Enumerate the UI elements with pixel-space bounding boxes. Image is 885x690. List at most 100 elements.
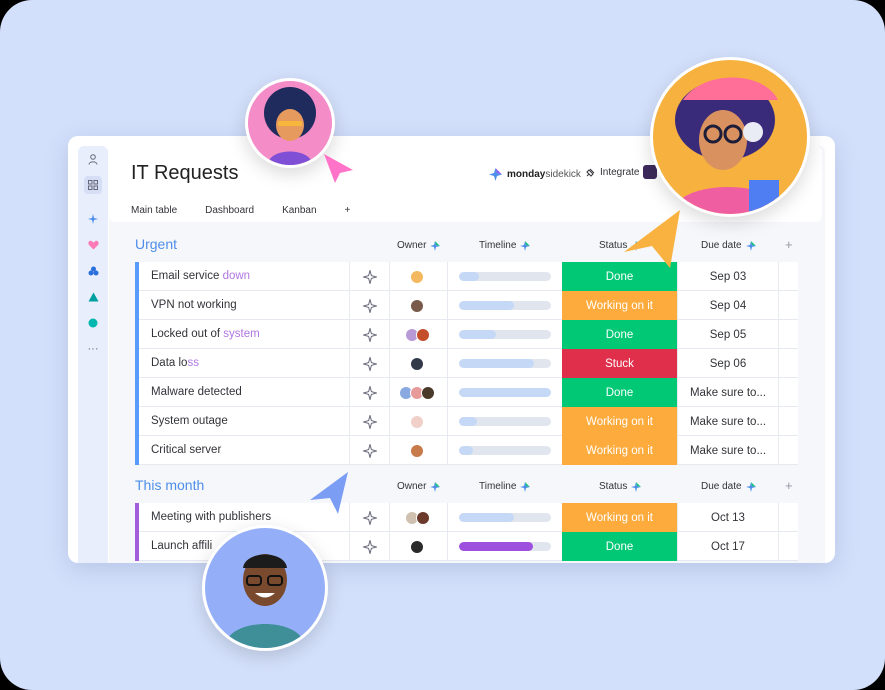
table-row[interactable]: VPN not working Working on it Sep 04 bbox=[135, 291, 798, 320]
due-date-cell[interactable]: Make sure to... bbox=[677, 378, 778, 407]
due-date-cell[interactable]: Make sure to... bbox=[677, 407, 778, 436]
owner-avatar[interactable] bbox=[415, 510, 430, 525]
item-name-faded: ss bbox=[187, 357, 199, 369]
sparkle-icon[interactable] bbox=[84, 210, 102, 228]
heart-icon[interactable] bbox=[84, 236, 102, 254]
status-cell[interactable]: Working on it bbox=[562, 503, 677, 532]
timeline-header[interactable]: Timeline bbox=[479, 240, 531, 251]
owner-header-label: Owner bbox=[397, 481, 427, 492]
owner-cell[interactable] bbox=[389, 320, 447, 349]
due-date-header[interactable]: Due date bbox=[701, 240, 756, 251]
timeline-cell[interactable] bbox=[447, 349, 562, 378]
tab-dashboard[interactable]: Dashboard bbox=[205, 205, 254, 216]
grid-icon[interactable] bbox=[84, 176, 102, 194]
item-name[interactable]: Locked out of system bbox=[151, 320, 260, 349]
timeline-header-label: Timeline bbox=[479, 481, 517, 492]
owner-cell[interactable] bbox=[389, 532, 447, 561]
workdocs-icon[interactable] bbox=[84, 262, 102, 280]
empty-cell bbox=[778, 407, 798, 436]
ai-sparkle-cell[interactable] bbox=[349, 320, 389, 349]
owner-avatar[interactable] bbox=[410, 298, 424, 313]
status-cell[interactable]: Stuck bbox=[562, 349, 677, 378]
owner-cell[interactable] bbox=[389, 291, 447, 320]
owner-avatar[interactable] bbox=[421, 385, 435, 400]
tab-kanban[interactable]: Kanban bbox=[282, 205, 316, 216]
item-name[interactable]: Malware detected bbox=[151, 378, 242, 407]
item-name[interactable]: Data loss bbox=[151, 349, 199, 378]
add-view-button[interactable]: + bbox=[345, 205, 351, 216]
owner-cell[interactable] bbox=[389, 503, 447, 532]
service-icon[interactable] bbox=[84, 314, 102, 332]
owner-avatar[interactable] bbox=[410, 539, 424, 554]
item-name[interactable]: System outage bbox=[151, 407, 228, 436]
ai-sparkle-cell[interactable] bbox=[349, 378, 389, 407]
item-name[interactable]: Email service down bbox=[151, 262, 250, 291]
item-name[interactable]: VPN not working bbox=[151, 291, 237, 320]
due-date-cell[interactable]: Sep 03 bbox=[677, 262, 778, 291]
tab-main-table[interactable]: Main table bbox=[131, 205, 177, 216]
status-cell[interactable]: Working on it bbox=[562, 291, 677, 320]
owner-cell[interactable] bbox=[389, 262, 447, 291]
status-cell[interactable]: Working on it bbox=[562, 407, 677, 436]
due-date-cell[interactable]: Make sure to... bbox=[677, 436, 778, 465]
owner-avatar[interactable] bbox=[415, 327, 430, 342]
owner-cell[interactable] bbox=[389, 378, 447, 407]
table-row[interactable]: Malware detected Done Make sure to... bbox=[135, 378, 798, 407]
table-row[interactable]: Critical server Working on it Make sure to… bbox=[135, 436, 798, 465]
owner-cell[interactable] bbox=[389, 436, 447, 465]
timeline-bar bbox=[459, 388, 551, 397]
ai-sparkle-cell[interactable] bbox=[349, 407, 389, 436]
timeline-cell[interactable] bbox=[447, 378, 562, 407]
table-row[interactable]: System outage Working on it Make sure to..… bbox=[135, 407, 798, 436]
owner-cell[interactable] bbox=[389, 407, 447, 436]
timeline-cell[interactable] bbox=[447, 320, 562, 349]
due-date-cell[interactable]: Sep 06 bbox=[677, 349, 778, 378]
status-cell[interactable]: Done bbox=[562, 378, 677, 407]
owner-avatar[interactable] bbox=[410, 356, 424, 371]
due-date-cell[interactable]: Sep 05 bbox=[677, 320, 778, 349]
status-label: Done bbox=[562, 378, 677, 407]
dev-icon[interactable] bbox=[84, 288, 102, 306]
due-date-cell[interactable]: Oct 13 bbox=[677, 503, 778, 532]
timeline-cell[interactable] bbox=[447, 532, 562, 561]
ai-sparkle-cell[interactable] bbox=[349, 503, 389, 532]
ai-sparkle-cell[interactable] bbox=[349, 262, 389, 291]
owner-avatar[interactable] bbox=[410, 414, 424, 429]
timeline-header[interactable]: Timeline bbox=[479, 481, 531, 492]
owner-avatar[interactable] bbox=[410, 443, 424, 458]
table-row[interactable]: Email service down Done Sep 03 bbox=[135, 262, 798, 291]
add-column-button[interactable]: + bbox=[785, 478, 793, 493]
owner-header[interactable]: Owner bbox=[397, 481, 441, 492]
integrate-button[interactable]: Integrate bbox=[585, 167, 639, 178]
ai-sparkle-cell[interactable] bbox=[349, 436, 389, 465]
table-row[interactable]: Meeting with publishers Working on it Oct … bbox=[135, 503, 798, 532]
user-icon[interactable] bbox=[84, 150, 102, 168]
timeline-cell[interactable] bbox=[447, 503, 562, 532]
owner-avatar[interactable] bbox=[410, 269, 424, 284]
table-row[interactable]: Data loss Stuck Sep 06 bbox=[135, 349, 798, 378]
timeline-cell[interactable] bbox=[447, 407, 562, 436]
ai-sparkle-cell[interactable] bbox=[349, 349, 389, 378]
add-column-button[interactable]: + bbox=[785, 237, 793, 252]
owner-cell[interactable] bbox=[389, 349, 447, 378]
timeline-cell[interactable] bbox=[447, 262, 562, 291]
status-cell[interactable]: Working on it bbox=[562, 436, 677, 465]
due-date-cell[interactable]: Oct 17 bbox=[677, 532, 778, 561]
due-date-header[interactable]: Due date bbox=[701, 481, 756, 492]
more-icon[interactable]: ··· bbox=[84, 340, 102, 358]
ai-sparkle-cell[interactable] bbox=[349, 291, 389, 320]
due-date-cell[interactable]: Sep 04 bbox=[677, 291, 778, 320]
owner-header[interactable]: Owner bbox=[397, 240, 441, 251]
sidekick-brand[interactable]: mondaysidekick bbox=[489, 168, 581, 181]
ai-sparkle-cell[interactable] bbox=[349, 532, 389, 561]
timeline-cell[interactable] bbox=[447, 291, 562, 320]
group-title[interactable]: This month bbox=[135, 477, 204, 493]
group-title[interactable]: Urgent bbox=[135, 236, 177, 252]
status-header[interactable]: Status bbox=[599, 481, 642, 492]
item-name[interactable]: Critical server bbox=[151, 436, 221, 465]
timeline-cell[interactable] bbox=[447, 436, 562, 465]
item-name[interactable]: Launch affili bbox=[151, 532, 212, 561]
status-cell[interactable]: Done bbox=[562, 320, 677, 349]
table-row[interactable]: Locked out of system Done Sep 05 bbox=[135, 320, 798, 349]
status-cell[interactable]: Done bbox=[562, 532, 677, 561]
